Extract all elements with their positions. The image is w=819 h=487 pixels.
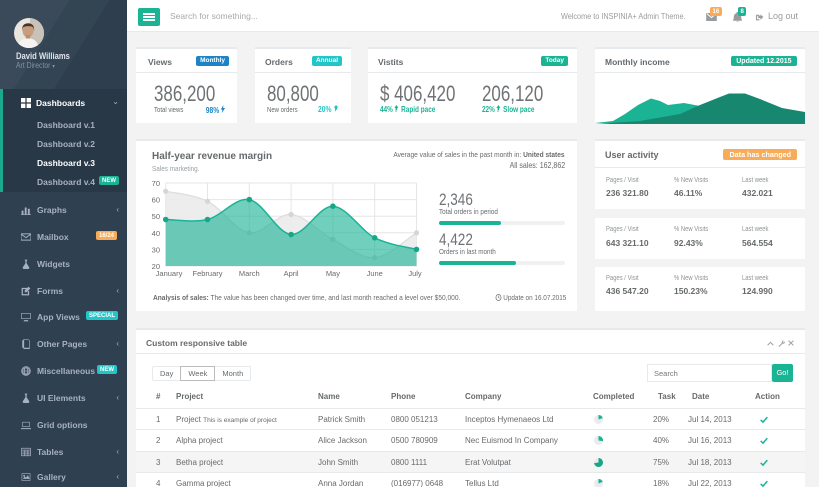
svg-text:30: 30 [152,245,160,254]
svg-text:March: March [239,269,260,278]
svg-text:70: 70 [152,179,160,188]
svg-text:June: June [367,269,383,278]
svg-text:50: 50 [152,212,160,221]
svg-text:July: July [408,269,422,278]
svg-text:January: January [156,269,183,278]
svg-text:40: 40 [152,229,160,238]
svg-text:May: May [326,269,340,278]
svg-text:April: April [284,269,299,278]
svg-text:60: 60 [152,196,160,205]
svg-text:February: February [192,269,222,278]
